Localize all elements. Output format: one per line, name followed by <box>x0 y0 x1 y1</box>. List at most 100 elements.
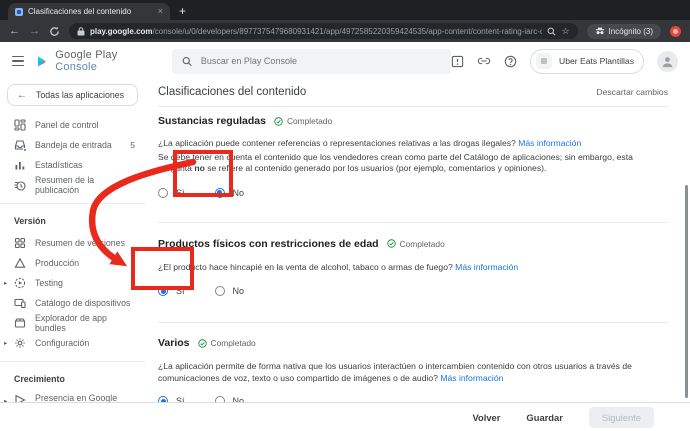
back-icon[interactable]: ← <box>9 25 20 37</box>
all-apps-button[interactable]: ← Todas las aplicaciones <box>7 84 138 106</box>
question-text: ¿El producto hace hincapié en la venta d… <box>158 261 519 272</box>
sidebar-item-label: Bandeja de entrada <box>35 140 112 150</box>
radio-icon[interactable] <box>158 286 168 296</box>
sidebar-item-label: Resumen de la publicación <box>35 175 95 195</box>
expand-arrow-icon[interactable]: ▸ <box>4 339 7 347</box>
expand-arrow-icon[interactable]: ▸ <box>4 279 7 287</box>
divider <box>158 221 668 223</box>
account-avatar[interactable] <box>657 50 679 72</box>
completed-check-icon <box>274 116 283 126</box>
sidebar-item-label: Catálogo de dispositivos <box>35 298 131 308</box>
sidebar-item-label: Testing <box>35 278 63 288</box>
production-icon <box>14 257 26 268</box>
sidebar-item-catalogo-dispositivos[interactable]: Catálogo de dispositivos <box>0 293 145 313</box>
dashboard-icon <box>14 119 26 131</box>
new-tab-button[interactable]: + <box>179 5 186 17</box>
sidebar-item-label: Explorador de app bundles <box>35 313 107 333</box>
back-button[interactable]: Volver <box>472 412 500 423</box>
extension-icon[interactable] <box>670 25 681 37</box>
question-note: Se debe tener en cuenta el contenido que… <box>158 151 633 173</box>
status-label: Completado <box>399 238 445 249</box>
address-bar[interactable]: play.google.com/console/u/0/developers/8… <box>69 23 578 39</box>
sidebar-item-resumen-versiones[interactable]: Resumen de versiones <box>0 233 145 253</box>
sidebar-section-crecimiento: Crecimiento <box>14 374 65 384</box>
radio-option-no[interactable]: No <box>214 187 244 198</box>
sidebar-item-label: Panel de control <box>35 120 99 130</box>
radio-option-no[interactable]: No <box>214 286 244 296</box>
radio-label: Sí <box>176 286 185 296</box>
browser-toolbar: ← → play.google.com/console/u/0/develope… <box>0 20 690 42</box>
incognito-badge: Incógnito (3) <box>586 23 661 39</box>
sidebar-item-explorador-app-bundles[interactable]: Explorador de app bundles <box>0 313 145 333</box>
inbox-count-badge: 5 <box>130 140 135 150</box>
menu-icon[interactable] <box>12 55 25 67</box>
radio-option-si[interactable]: Sí <box>158 187 185 198</box>
sidebar-item-label: Configuración <box>35 338 90 348</box>
url-path: /console/u/0/developers/8977375479680931… <box>152 26 543 36</box>
browser-tab[interactable]: Clasificaciones del contenido × <box>8 3 170 20</box>
device-catalog-icon <box>14 298 26 309</box>
more-info-link[interactable]: Más información <box>440 373 503 383</box>
sidebar-item-label: Producción <box>35 258 80 268</box>
sidebar-item-produccion[interactable]: Producción <box>0 253 145 273</box>
zoom-icon[interactable] <box>547 27 556 36</box>
more-info-link[interactable]: Más información <box>518 138 581 148</box>
sidebar-item-panel-de-control[interactable]: Panel de control <box>0 115 145 135</box>
help-icon[interactable] <box>504 55 517 68</box>
google-play-logo-icon <box>38 55 47 67</box>
notification-dot <box>23 148 27 152</box>
discard-changes-link[interactable]: Descartar cambios <box>596 87 668 97</box>
play-console-header: Google Play Console Buscar en Play Conso… <box>0 42 690 80</box>
question-text: ¿La aplicación permite de forma nativa q… <box>158 361 632 383</box>
sidebar: ← Todas las aplicaciones Panel de contro… <box>0 80 145 431</box>
sidebar-item-bandeja-de-entrada[interactable]: Bandeja de entrada 5 <box>0 135 145 155</box>
completed-check-icon <box>197 338 207 348</box>
radio-icon[interactable] <box>214 187 225 198</box>
app-selector-chip[interactable]: Uber Eats Plantillas <box>530 48 645 74</box>
sidebar-item-label: Resumen de versiones <box>35 238 125 248</box>
section-heading: Sustancias reguladas <box>158 115 266 127</box>
browser-window: Clasificaciones del contenido × + ← → pl… <box>0 0 690 431</box>
feedback-icon[interactable] <box>451 55 464 68</box>
more-info-link[interactable]: Más información <box>455 262 518 272</box>
footer-bar: Volver Guardar Siguiente <box>0 402 690 431</box>
next-button[interactable]: Siguiente <box>588 406 654 428</box>
incognito-icon <box>595 27 604 35</box>
scrollbar[interactable] <box>685 185 688 398</box>
app-name: Uber Eats Plantillas <box>559 56 635 66</box>
tab-title: Clasificaciones del contenido <box>28 7 132 16</box>
status-badge: Completado <box>274 116 332 126</box>
sidebar-item-configuracion[interactable]: ▸ Configuración <box>0 333 145 353</box>
search-input[interactable] <box>200 56 442 66</box>
sidebar-item-estadisticas[interactable]: Estadísticas <box>0 155 145 175</box>
tab-close-icon[interactable]: × <box>158 7 163 16</box>
radio-icon[interactable] <box>214 286 225 296</box>
sidebar-section-version: Versión <box>14 216 46 226</box>
inbox-icon <box>14 139 27 152</box>
section-heading: Productos físicos con restricciones de e… <box>158 237 379 250</box>
divider <box>158 106 668 107</box>
save-button[interactable]: Guardar <box>526 412 562 423</box>
section-heading: Varios <box>158 337 190 349</box>
search-box[interactable] <box>171 48 452 74</box>
sidebar-item-label: Estadísticas <box>35 160 83 170</box>
status-badge: Completado <box>386 238 445 249</box>
radio-label: Sí <box>176 187 185 198</box>
back-arrow-icon: ← <box>17 89 27 101</box>
sidebar-item-resumen-publicacion[interactable]: Resumen de la publicación <box>0 175 145 195</box>
link-icon[interactable] <box>477 57 491 65</box>
play-console-logo[interactable]: Google Play Console <box>36 49 148 73</box>
forward-icon[interactable]: → <box>29 25 40 37</box>
incognito-label: Incógnito (3) <box>608 26 653 36</box>
tab-favicon-icon <box>15 7 23 16</box>
radio-option-si[interactable]: Sí <box>158 286 185 296</box>
url-text: play.google.com/console/u/0/developers/8… <box>90 27 542 36</box>
reload-icon[interactable] <box>49 26 60 37</box>
sidebar-item-testing[interactable]: ▸ Testing <box>0 273 145 293</box>
sidebar-divider <box>0 361 145 362</box>
bookmark-star-icon[interactable]: ☆ <box>561 26 569 37</box>
search-icon <box>182 56 192 66</box>
lock-icon <box>77 26 85 35</box>
app-icon <box>536 53 553 69</box>
radio-icon[interactable] <box>158 187 168 198</box>
